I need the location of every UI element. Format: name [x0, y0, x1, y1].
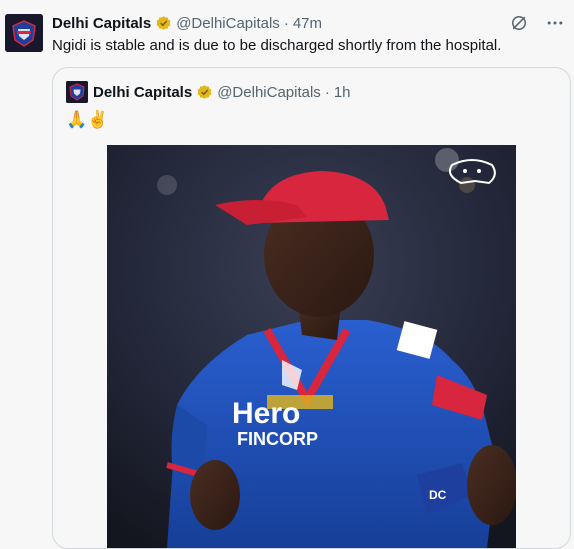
timestamp[interactable]: 47m — [293, 15, 322, 32]
player-photo: Hero FINCORP DC — [107, 145, 516, 548]
quoted-author-name: Delhi Capitals — [93, 83, 193, 101]
jersey-sponsor-sub: FINCORP — [237, 429, 318, 449]
grok-button[interactable] — [508, 12, 530, 34]
tweet-header: Delhi Capitals @DelhiCapitals · 47m — [52, 13, 524, 33]
author-avatar[interactable] — [5, 14, 43, 52]
tweet[interactable]: Delhi Capitals @DelhiCapitals · 47m Ngid… — [0, 0, 574, 549]
quoted-tweet[interactable]: Delhi Capitals @DelhiCapitals · 1h 🙏✌️ H… — [52, 67, 571, 549]
gold-verified-badge-icon — [197, 84, 212, 99]
quoted-author-handle: @DelhiCapitals — [217, 83, 321, 101]
quoted-tweet-text: 🙏✌️ — [66, 110, 109, 129]
gold-verified-badge-icon — [156, 15, 171, 30]
more-options-icon — [547, 21, 563, 25]
more-options-button[interactable] — [544, 12, 566, 34]
author-handle[interactable]: @DelhiCapitals — [176, 15, 280, 32]
delhi-capitals-logo-icon — [5, 14, 43, 52]
tweet-photo[interactable]: Hero FINCORP DC — [107, 145, 516, 548]
sleeve-text: DC — [429, 488, 447, 502]
quoted-timestamp: 1h — [333, 83, 351, 101]
separator-dot: · — [324, 83, 330, 101]
tweet-text: Ngidi is stable and is due to be dischar… — [52, 37, 502, 54]
delhi-capitals-logo-icon — [66, 81, 88, 103]
jersey-sponsor: Hero — [232, 397, 300, 430]
quoted-author-avatar[interactable] — [66, 81, 88, 103]
grok-icon — [512, 16, 526, 30]
tweet-actions — [508, 12, 566, 34]
quoted-tweet-header: Delhi Capitals @DelhiCapitals · 1h — [93, 81, 351, 103]
author-name[interactable]: Delhi Capitals — [52, 15, 151, 32]
separator-dot: · — [283, 14, 289, 32]
